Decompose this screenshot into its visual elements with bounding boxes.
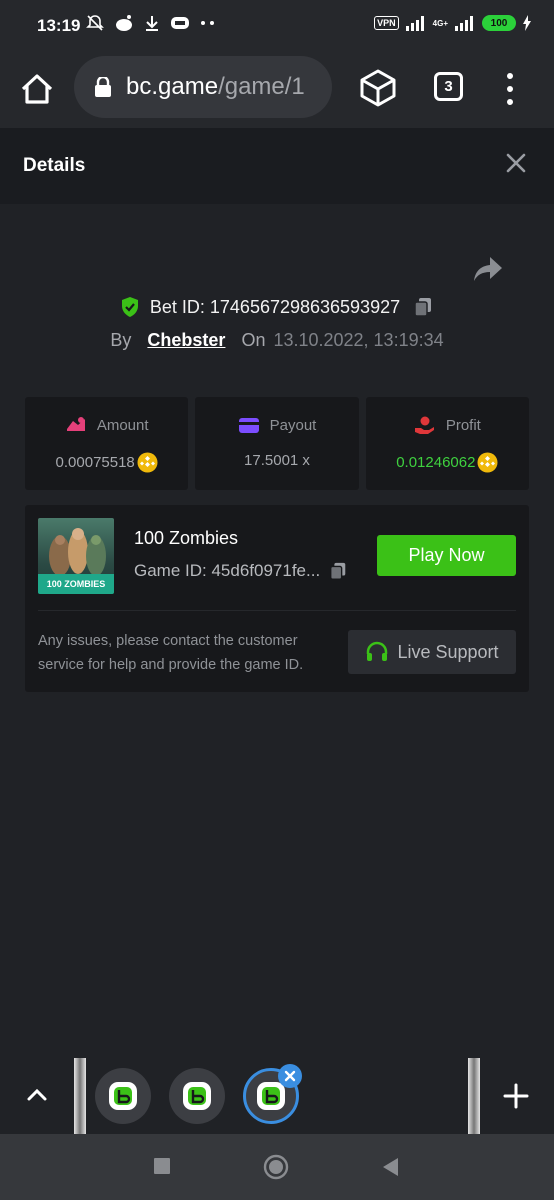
payout-card-icon: [238, 418, 259, 433]
chevron-up-icon[interactable]: [24, 1082, 50, 1108]
back-button[interactable]: [380, 1156, 400, 1178]
game-id: Game ID: 45d6f0971fe...: [134, 561, 321, 580]
game-card: 100 ZOMBIES 100 Zombies Game ID: 45d6f09…: [25, 505, 529, 692]
signal-icon-2: [455, 16, 473, 31]
amount-icon: [66, 417, 85, 431]
stat-label: Amount: [96, 416, 149, 434]
user-link[interactable]: Chebster: [147, 330, 225, 351]
bet-id: Bet ID: 1746567298636593927: [149, 296, 401, 317]
overflow-menu-icon[interactable]: [500, 70, 520, 108]
download-icon: [146, 16, 158, 31]
system-nav-bar: [0, 1134, 554, 1200]
url-text: bc.game/game/1: [126, 73, 305, 101]
profit-icon: [414, 416, 434, 434]
app-notification-icon: [171, 17, 189, 29]
home-icon[interactable]: [18, 70, 56, 108]
status-bar: 13:19 VPN 4G+ 100: [0, 0, 554, 52]
bnb-coin-icon: [137, 452, 158, 473]
game-name: 100 Zombies: [134, 528, 239, 548]
cube-extension-icon[interactable]: [358, 68, 398, 108]
stat-payout: Payout 17.5001 x: [195, 397, 359, 490]
close-icon[interactable]: [503, 150, 529, 176]
recents-button[interactable]: [154, 1158, 170, 1174]
play-now-button[interactable]: Play Now: [377, 535, 516, 576]
url-path: /game/1: [218, 73, 305, 100]
bc-game-icon: [183, 1082, 211, 1110]
nav-home-button[interactable]: [263, 1154, 289, 1180]
address-bar[interactable]: bc.game/game/1: [74, 56, 332, 118]
bnb-coin-icon: [477, 452, 498, 473]
by-label: By: [110, 329, 132, 350]
bet-stats: Amount 0.00075518 Payout 17.5001 x Profi…: [25, 397, 529, 490]
browser-toolbar: bc.game/game/1 3: [0, 52, 554, 128]
bc-game-icon: [257, 1082, 285, 1110]
dialog-title: Details: [23, 155, 86, 176]
details-header: Details: [0, 128, 554, 204]
lock-icon: [95, 77, 111, 97]
share-icon[interactable]: [472, 254, 504, 284]
vpn-badge: VPN: [374, 16, 399, 30]
bc-game-icon: [109, 1082, 137, 1110]
live-support-button[interactable]: Live Support: [348, 630, 516, 674]
headset-icon: [367, 641, 388, 661]
bubble-close-icon[interactable]: [278, 1064, 302, 1088]
game-thumbnail[interactable]: 100 ZOMBIES: [38, 518, 114, 594]
tab-switcher-button[interactable]: 3: [434, 72, 463, 101]
url-host: bc.game: [126, 73, 219, 100]
bubbles-bar: [0, 1058, 554, 1134]
battery-indicator: 100: [482, 15, 516, 31]
shield-check-icon: [121, 297, 138, 317]
bet-id-row: Bet ID: 1746567298636593927: [0, 293, 554, 321]
notification-icons: [86, 14, 216, 32]
game-id-row: Game ID: 45d6f0971fe...: [134, 561, 348, 581]
stat-amount: Amount 0.00075518: [25, 397, 189, 490]
bell-off-icon: [86, 15, 104, 31]
charging-icon: [523, 15, 531, 31]
plus-icon[interactable]: [503, 1083, 529, 1109]
stat-value: 0.01246062: [396, 454, 476, 471]
app-bubble-2[interactable]: [169, 1068, 225, 1124]
stat-value: 17.5001 x: [244, 452, 310, 469]
stat-label: Payout: [269, 416, 317, 434]
copy-icon[interactable]: [412, 296, 434, 318]
reddit-icon: [116, 15, 132, 31]
bet-date: 13.10.2022, 13:19:34: [273, 329, 444, 350]
divider: [38, 610, 516, 611]
bubble-edge-right: [468, 1058, 480, 1134]
support-hint-text: Any issues, please contact the customer …: [38, 633, 304, 673]
status-time: 13:19: [37, 16, 81, 35]
on-label: On: [241, 329, 266, 350]
app-bubble-1[interactable]: [95, 1068, 151, 1124]
stat-label: Profit: [445, 416, 481, 434]
network-type: 4G+: [432, 18, 448, 28]
bet-author-row: By Chebster On 13.10.2022, 13:19:34: [0, 327, 554, 353]
more-notifications-icon: [201, 21, 214, 25]
stat-profit: Profit 0.01246062: [365, 397, 529, 490]
copy-icon[interactable]: [328, 561, 348, 581]
bubble-edge-left: [74, 1058, 86, 1134]
stat-value: 0.00075518: [55, 454, 135, 471]
thumb-title: 100 ZOMBIES: [47, 579, 106, 589]
live-support-label: Live Support: [397, 641, 499, 662]
system-icons: VPN 4G+ 100: [374, 15, 532, 31]
signal-icon: [405, 16, 424, 31]
